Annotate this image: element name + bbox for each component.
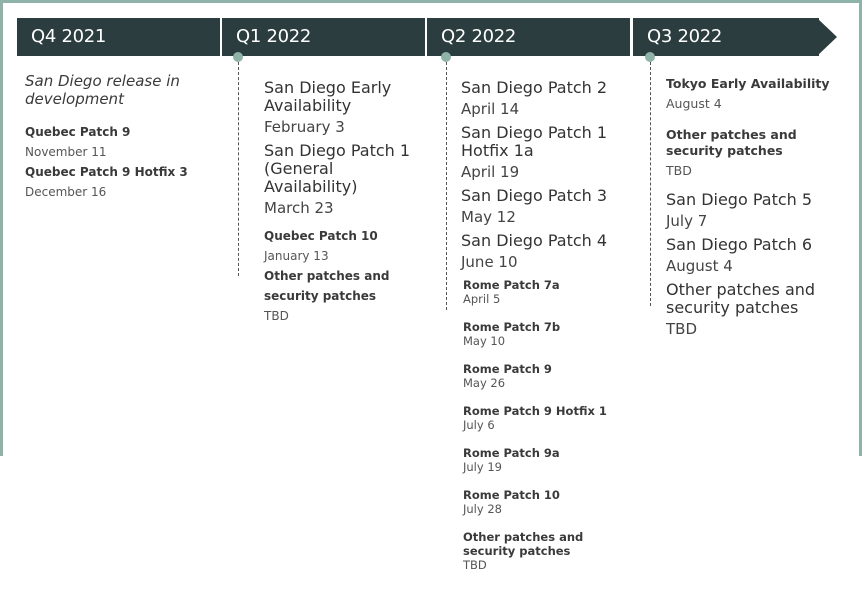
milestone-date: TBD xyxy=(666,320,698,338)
milestone-title: Other patches and security patches xyxy=(463,530,584,558)
milestone-date: April 19 xyxy=(461,163,520,181)
milestone-item: Quebec Patch 10 January 13 xyxy=(264,226,434,266)
milestone-title: San Diego Patch 4 xyxy=(461,231,608,250)
dashed-connector-q2 xyxy=(446,62,447,310)
milestone-title: Rome Patch 10 xyxy=(463,488,560,502)
milestone-item: Rome Patch 9 May 26 xyxy=(463,362,631,390)
milestone-item: Rome Patch 9 Hotfix 1 July 6 xyxy=(463,404,631,432)
column-q3-2022: Tokyo Early Availability August 4 Other … xyxy=(666,74,856,341)
milestone-date: February 3 xyxy=(264,118,345,136)
timeline-marker-q2 xyxy=(441,52,451,62)
milestone-item: Rome Patch 10 July 28 xyxy=(463,488,631,516)
milestone-item: San Diego Patch 1 (General Availability)… xyxy=(264,142,434,220)
column-q2-2022: San Diego Patch 2 April 14 San Diego Pat… xyxy=(461,76,631,573)
milestone-date: TBD xyxy=(666,163,692,178)
milestone-item: San Diego Patch 6 August 4 xyxy=(666,236,856,278)
milestone-date: January 13 xyxy=(264,249,329,263)
milestone-date: May 10 xyxy=(463,334,506,348)
milestone-title: Other patches and security patches xyxy=(666,127,797,158)
timeline-header: Q4 2021 Q1 2022 Q2 2022 Q3 2022 xyxy=(17,18,837,56)
timeline-marker-q1 xyxy=(233,52,243,62)
milestone-date: April 14 xyxy=(461,100,520,118)
milestone-title: Tokyo Early Availability xyxy=(666,76,830,91)
arrow-tip-icon xyxy=(817,18,837,56)
milestone-date: June 10 xyxy=(461,253,518,271)
dashed-connector-q1 xyxy=(238,62,239,276)
milestone-title: San Diego Patch 1 Hotfix 1a xyxy=(461,123,608,160)
milestone-item: San Diego Patch 4 June 10 xyxy=(461,232,631,274)
milestone-date: July 6 xyxy=(463,418,495,432)
milestone-item: San Diego Patch 1 Hotfix 1a April 19 xyxy=(461,124,631,184)
milestone-title: Rome Patch 9 xyxy=(463,362,552,376)
milestone-title: Rome Patch 9 Hotfix 1 xyxy=(463,404,607,418)
milestone-title: Rome Patch 7a xyxy=(463,278,560,292)
milestone-date: TBD xyxy=(463,558,487,572)
milestone-item: San Diego Early Availability February 3 xyxy=(264,79,434,139)
milestone-title: San Diego Patch 6 xyxy=(666,235,813,254)
milestone-title: Other patches and security patches xyxy=(666,280,816,317)
milestone-title: San Diego Patch 1 (General Availability) xyxy=(264,141,411,196)
milestone-date: August 4 xyxy=(666,96,722,111)
milestone-title: San Diego Patch 5 xyxy=(666,190,813,209)
milestone-item: Quebec Patch 9 November 11 xyxy=(25,122,220,162)
milestone-item: Quebec Patch 9 Hotfix 3 December 16 xyxy=(25,162,220,202)
milestone-title: San Diego Patch 2 xyxy=(461,78,608,97)
release-note: San Diego release in development xyxy=(25,72,180,108)
milestone-item: Rome Patch 7a April 5 xyxy=(463,278,631,306)
milestone-date: August 4 xyxy=(666,257,733,275)
milestone-date: December 16 xyxy=(25,185,107,199)
milestone-title: Quebec Patch 10 xyxy=(264,229,378,243)
milestone-item: Other patches and security patches TBD xyxy=(463,530,631,572)
milestone-item: Other patches and security patches TBD xyxy=(666,281,856,341)
milestone-date: July 28 xyxy=(463,502,502,516)
milestone-item: San Diego Patch 2 April 14 xyxy=(461,79,631,121)
quarter-header-q3-2022: Q3 2022 xyxy=(633,18,819,56)
milestone-item: Rome Patch 7b May 10 xyxy=(463,320,631,348)
milestone-date: March 23 xyxy=(264,199,334,217)
milestone-item: Rome Patch 9a July 19 xyxy=(463,446,631,474)
milestone-title: Quebec Patch 9 xyxy=(25,125,131,139)
quarter-header-q1-2022: Q1 2022 xyxy=(222,18,425,56)
milestone-item: San Diego Patch 3 May 12 xyxy=(461,187,631,229)
milestone-item: Other patches and security patches TBD xyxy=(264,266,434,326)
milestone-date: May 12 xyxy=(461,208,516,226)
milestone-title: Other patches and security patches xyxy=(264,269,390,303)
milestone-date: July 7 xyxy=(666,212,708,230)
column-q4-2021: San Diego release in development Quebec … xyxy=(25,72,220,202)
milestone-title: Rome Patch 7b xyxy=(463,320,561,334)
milestone-item: San Diego Patch 5 July 7 xyxy=(666,191,856,233)
dashed-connector-q3 xyxy=(650,62,651,306)
quarter-header-q2-2022: Q2 2022 xyxy=(427,18,630,56)
milestone-date: May 26 xyxy=(463,376,506,390)
timeline-marker-q3 xyxy=(645,52,655,62)
milestone-item: Tokyo Early Availability August 4 xyxy=(666,74,856,114)
quarter-header-q4-2021: Q4 2021 xyxy=(17,18,220,56)
milestone-date: July 19 xyxy=(463,460,502,474)
milestone-date: TBD xyxy=(264,309,289,323)
milestone-title: San Diego Early Availability xyxy=(264,78,392,115)
milestone-title: San Diego Patch 3 xyxy=(461,186,608,205)
milestone-date: April 5 xyxy=(463,292,501,306)
milestone-title: Quebec Patch 9 Hotfix 3 xyxy=(25,165,188,179)
column-q1-2022: San Diego Early Availability February 3 … xyxy=(264,76,434,326)
milestone-title: Rome Patch 9a xyxy=(463,446,560,460)
milestone-date: November 11 xyxy=(25,145,107,159)
milestone-item: Other patches and security patches TBD xyxy=(666,127,856,183)
